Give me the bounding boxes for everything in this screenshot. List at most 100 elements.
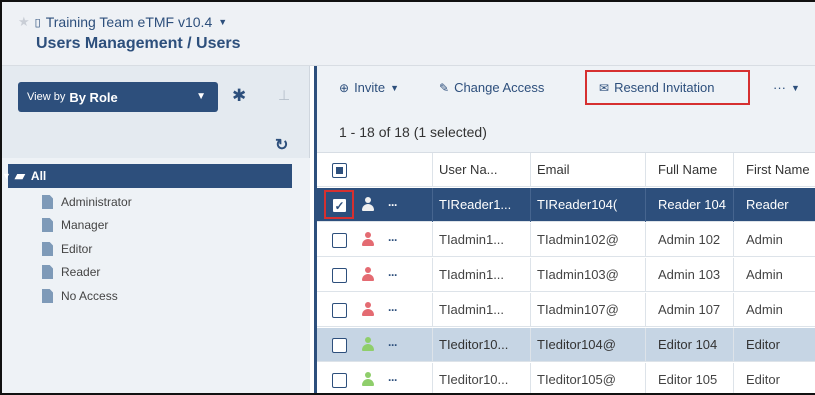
table-row[interactable]: ··· TIadmin1... TIadmin102@ Admin 102 Ad…: [317, 223, 815, 257]
column-header-email[interactable]: Email: [530, 153, 636, 187]
table-row[interactable]: ··· TIeditor10... TIeditor104@ Editor 10…: [317, 328, 815, 362]
document-icon: [42, 265, 53, 279]
more-actions-button[interactable]: ··· ▼: [773, 80, 800, 95]
user-icon: [362, 302, 374, 317]
tree-item-label: No Access: [61, 289, 118, 303]
cell-user-name: TIReader1...: [432, 188, 522, 222]
star-icon[interactable]: ★: [18, 14, 30, 30]
user-icon: [362, 372, 374, 387]
row-menu-icon[interactable]: ···: [388, 293, 398, 327]
cell-first-name: Admin: [733, 258, 815, 292]
change-access-label: Change Access: [454, 80, 545, 95]
cell-full-name: Admin 103: [645, 258, 733, 292]
table-row[interactable]: ··· TIadmin1... TIadmin103@ Admin 103 Ad…: [317, 258, 815, 292]
change-access-button[interactable]: ✎ Change Access: [439, 80, 544, 95]
chevron-down-icon: ▼: [390, 82, 400, 93]
tree-item-label: Editor: [61, 242, 93, 256]
column-header-first-name[interactable]: First Name: [733, 153, 815, 187]
row-checkbox[interactable]: [332, 303, 347, 318]
toolbar: ⊕ Invite ▼ ✎ Change Access ✉ Resend Invi…: [317, 66, 815, 112]
cell-user-name: TIeditor10...: [432, 328, 522, 362]
cell-email: TIeditor104@: [530, 328, 636, 362]
cell-email: TIReader104(: [530, 188, 636, 222]
device-icon: ▯: [34, 16, 41, 29]
cell-full-name: Admin 102: [645, 223, 733, 257]
invite-button[interactable]: ⊕ Invite ▼: [339, 80, 399, 95]
select-all-checkbox[interactable]: [332, 163, 347, 178]
row-checkbox[interactable]: [332, 373, 347, 388]
cell-first-name: Admin: [733, 293, 815, 327]
row-menu-icon[interactable]: ···: [388, 188, 398, 222]
table-row[interactable]: ··· TIadmin1... TIadmin107@ Admin 107 Ad…: [317, 293, 815, 327]
tree-item-manager[interactable]: Manager: [42, 218, 108, 232]
document-icon: [42, 242, 53, 256]
row-menu-icon[interactable]: ···: [388, 363, 398, 393]
cell-full-name: Admin 107: [645, 293, 733, 327]
user-icon: [362, 337, 374, 352]
cell-user-name: TIadmin1...: [432, 223, 522, 257]
cell-user-name: TIadmin1...: [432, 293, 522, 327]
resend-invitation-label: Resend Invitation: [614, 80, 715, 95]
tree-item-label: All: [30, 169, 47, 183]
table-row[interactable]: ··· TIeditor10... TIeditor105@ Editor 10…: [317, 363, 815, 393]
pin-icon[interactable]: ⊥: [278, 88, 290, 102]
tree-item-label: Manager: [61, 218, 109, 232]
selection-count: 1 - 18 of 18 (1 selected): [317, 112, 815, 152]
cell-first-name: Editor: [733, 363, 815, 393]
gear-icon[interactable]: ✱: [232, 87, 246, 104]
table-row[interactable]: ✓ ··· TIReader1... TIReader104( Reader 1…: [317, 188, 815, 222]
cell-first-name: Editor: [733, 328, 815, 362]
pencil-icon: ✎: [439, 80, 450, 95]
chevron-down-icon: ▼: [791, 82, 800, 93]
user-icon: [362, 267, 374, 282]
breadcrumb: Users Management / Users: [36, 35, 241, 52]
user-icon: [362, 232, 374, 247]
view-by-value: By Role: [69, 89, 118, 105]
main-panel: ⊕ Invite ▼ ✎ Change Access ✉ Resend Invi…: [314, 66, 815, 393]
tree-item-reader[interactable]: Reader: [42, 265, 100, 279]
view-by-dropdown[interactable]: View by By Role ▼: [18, 82, 218, 112]
folder-open-icon: ▰: [14, 168, 25, 183]
row-checkbox[interactable]: [332, 233, 347, 248]
view-by-label: View by: [27, 91, 66, 103]
row-checkbox[interactable]: [332, 338, 347, 353]
user-icon: [362, 197, 374, 212]
plus-circle-icon: ⊕: [339, 80, 350, 95]
resend-invitation-button[interactable]: ✉ Resend Invitation: [599, 80, 715, 95]
table-header-row: User Na... Email Full Name First Name: [317, 153, 815, 187]
cell-first-name: Reader: [733, 188, 815, 222]
users-table: User Na... Email Full Name First Name ✓ …: [317, 152, 815, 393]
cell-email: TIeditor105@: [530, 363, 636, 393]
app-window: ★ ▯ Training Team eTMF v10.4 ▼ Users Man…: [0, 0, 815, 395]
cell-first-name: Admin: [733, 223, 815, 257]
tree-item-label: Administrator: [61, 195, 132, 209]
cell-email: TIadmin103@: [530, 258, 636, 292]
document-icon: [42, 195, 53, 209]
project-selector[interactable]: ★ ▯ Training Team eTMF v10.4 ▼: [18, 14, 227, 30]
row-menu-icon[interactable]: ···: [388, 223, 398, 257]
cell-user-name: TIadmin1...: [432, 258, 522, 292]
refresh-icon[interactable]: ↻: [275, 138, 288, 154]
envelope-icon: ✉: [599, 80, 610, 95]
page-header: ★ ▯ Training Team eTMF v10.4 ▼ Users Man…: [2, 2, 815, 66]
cell-email: TIadmin102@: [530, 223, 636, 257]
project-name: Training Team eTMF v10.4: [45, 14, 213, 30]
row-menu-icon[interactable]: ···: [388, 258, 398, 292]
tree-item-administrator[interactable]: Administrator: [42, 195, 132, 209]
tree-item-editor[interactable]: Editor: [42, 242, 92, 256]
role-tree: ▼ ▰ All Administrator Manager Editor Rea…: [2, 158, 310, 393]
tree-item-no-access[interactable]: No Access: [42, 289, 118, 303]
tree-item-label: Reader: [61, 265, 101, 279]
column-header-full-name[interactable]: Full Name: [645, 153, 733, 187]
tree-item-all[interactable]: ▼ ▰ All: [2, 164, 292, 188]
row-checkbox[interactable]: [332, 268, 347, 283]
column-header-user-name[interactable]: User Na...: [432, 153, 522, 187]
expand-icon[interactable]: ▼: [2, 171, 11, 181]
invite-label: Invite: [354, 80, 386, 95]
chevron-down-icon: ▼: [218, 17, 228, 27]
cell-full-name: Reader 104: [645, 188, 733, 222]
cell-email: TIadmin107@: [530, 293, 636, 327]
more-actions-label: ···: [773, 80, 786, 95]
row-menu-icon[interactable]: ···: [388, 328, 398, 362]
document-icon: [42, 218, 53, 232]
